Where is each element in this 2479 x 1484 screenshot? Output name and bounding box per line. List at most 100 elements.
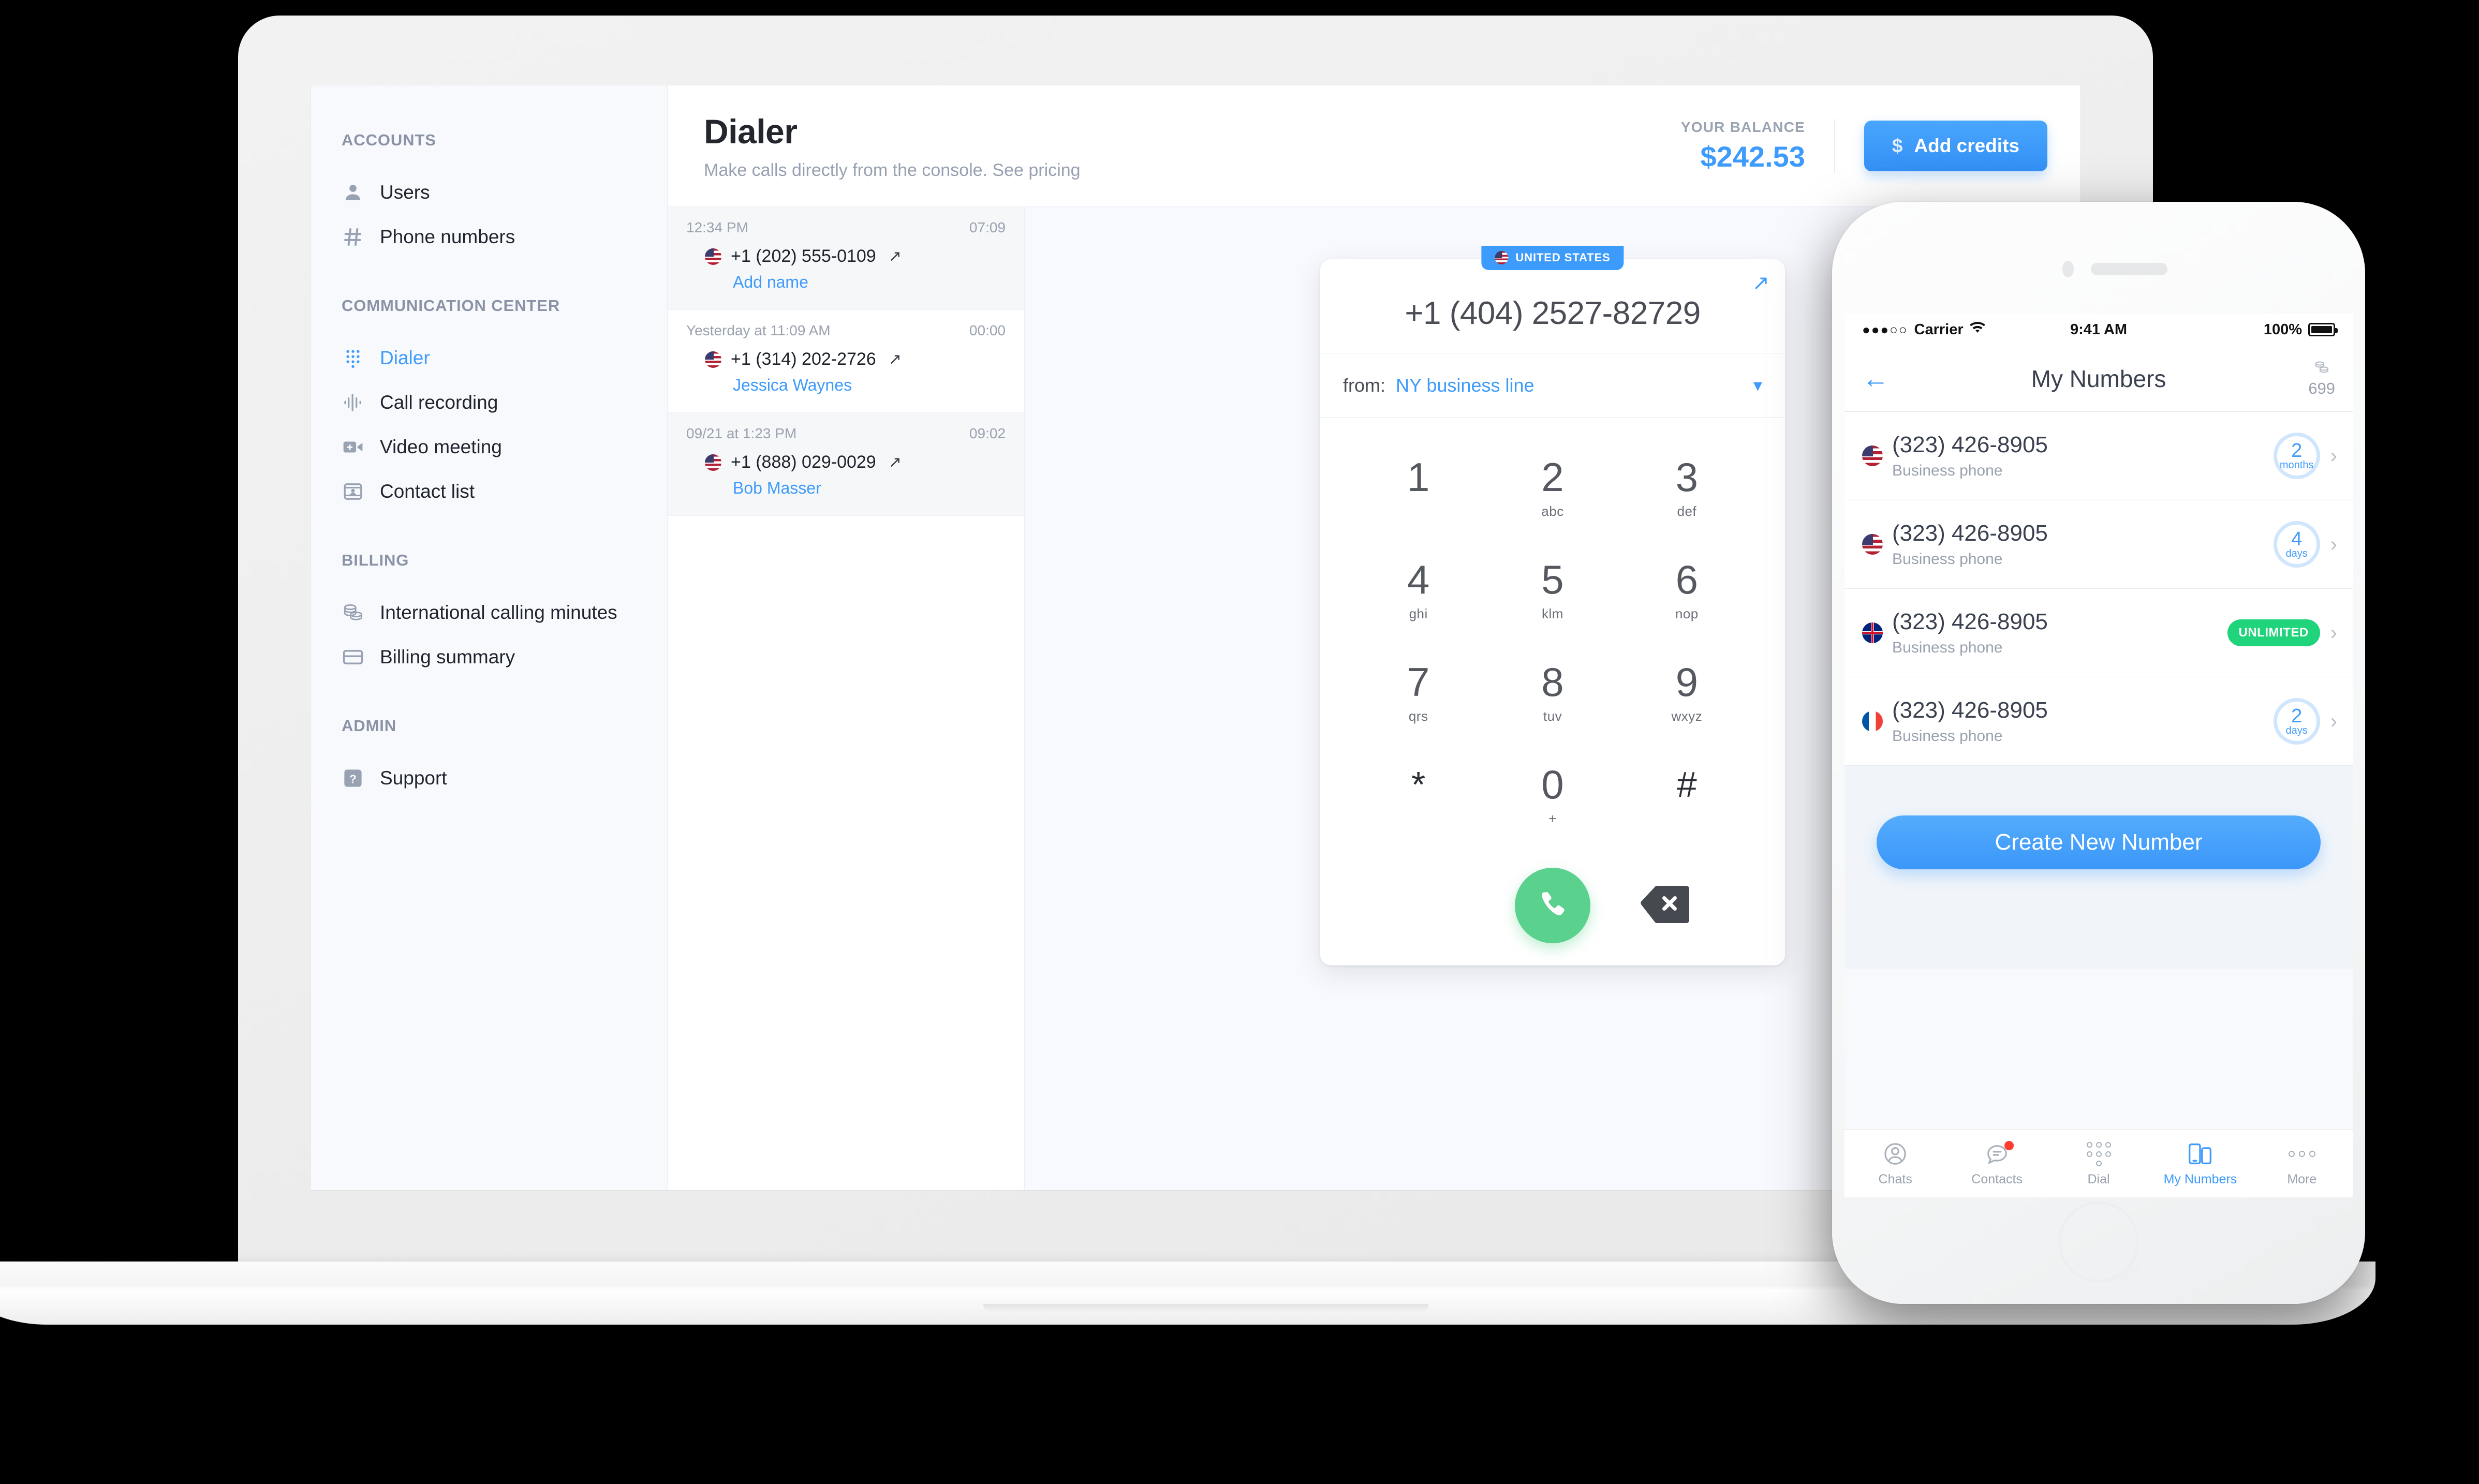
tab-contacts[interactable]: Contacts xyxy=(1946,1140,2047,1187)
signal-strength-icon: ●●●○○ xyxy=(1862,321,1908,337)
country-selector-badge[interactable]: UNITED STATES xyxy=(1481,246,1624,270)
sidebar-item-label: Billing summary xyxy=(380,646,515,667)
keypad-key-1[interactable]: 1 xyxy=(1351,436,1485,539)
outgoing-call-arrow-icon: ↗ xyxy=(888,351,902,368)
keypad-digit: 6 xyxy=(1675,557,1699,602)
call-duration: 07:09 xyxy=(969,219,1006,235)
tab-label: Dial xyxy=(2087,1172,2110,1186)
from-line-selector[interactable]: from: NY business line ▾ xyxy=(1320,353,1785,418)
sidebar-item-label: Dialer xyxy=(380,347,430,368)
backspace-button[interactable] xyxy=(1641,885,1689,926)
phone-number: (323) 426-8905 xyxy=(1892,609,2048,634)
expiry-unit: days xyxy=(2285,548,2308,560)
keypad-letters: ghi xyxy=(1409,606,1428,621)
tab-more[interactable]: More xyxy=(2251,1140,2353,1187)
ellipsis-icon xyxy=(2251,1140,2353,1168)
sidebar-item-support[interactable]: ? Support xyxy=(311,756,667,800)
keypad-digit: 3 xyxy=(1675,454,1699,500)
keypad-key-8[interactable]: 8 tuv xyxy=(1485,641,1619,744)
keypad-key-7[interactable]: 7 qrs xyxy=(1351,641,1485,744)
my-numbers-row[interactable]: (323) 426-8905 Business phone 2 months › xyxy=(1845,412,2353,500)
phone-number-subtitle: Business phone xyxy=(1892,551,2003,568)
number-info: (323) 426-8905 Business phone xyxy=(1892,521,2274,568)
keypad-digit: 2 xyxy=(1541,454,1564,500)
keypad-key-3[interactable]: 3 def xyxy=(1620,436,1754,539)
sidebar-item-international-calling-minutes[interactable]: International calling minutes xyxy=(311,590,667,635)
my-numbers-row[interactable]: (323) 426-8905 Business phone UNLIMITED … xyxy=(1845,589,2353,677)
outgoing-call-arrow-icon: ↗ xyxy=(888,454,902,471)
call-contact-name[interactable]: Add name xyxy=(686,273,1006,292)
keypad-key-6[interactable]: 6 nop xyxy=(1620,539,1754,641)
call-timestamp: 12:34 PM xyxy=(686,219,748,235)
number-info: (323) 426-8905 Business phone xyxy=(1892,432,2274,480)
keypad-key-hash[interactable]: # xyxy=(1620,744,1754,846)
flag-us-icon xyxy=(1495,251,1509,264)
outgoing-call-arrow-icon: ↗ xyxy=(888,248,902,265)
keypad-digit: 0 xyxy=(1541,762,1564,807)
keypad-key-5[interactable]: 5 klm xyxy=(1485,539,1619,641)
status-clock: 9:41 AM xyxy=(2070,321,2128,338)
dialed-number: +1 (404) 2527-82729 xyxy=(1405,295,1701,331)
sidebar-item-dialer[interactable]: Dialer xyxy=(311,336,667,380)
dollar-icon: $ xyxy=(1892,135,1903,156)
sidebar-item-label: Support xyxy=(380,767,447,789)
keypad-letters: qrs xyxy=(1408,708,1428,724)
keypad-key-4[interactable]: 4 ghi xyxy=(1351,539,1485,641)
devices-icon xyxy=(2149,1140,2251,1168)
dialpad-icon xyxy=(2048,1140,2149,1168)
sidebar-item-contact-list[interactable]: Contact list xyxy=(311,469,667,514)
call-history-row[interactable]: 12:34 PM 07:09 +1 (202) 555-0109 ↗ Add n… xyxy=(668,207,1024,310)
user-icon xyxy=(342,181,364,204)
keypad-key-0[interactable]: 0 + xyxy=(1485,744,1619,846)
sidebar-item-label: Phone numbers xyxy=(380,226,515,247)
dialer-card: UNITED STATES ↗ +1 (404) 2527-82729 from… xyxy=(1320,246,1786,966)
expand-arrows-icon[interactable]: ↗ xyxy=(1752,273,1769,293)
create-new-number-button[interactable]: Create New Number xyxy=(1877,815,2321,869)
my-numbers-list: (323) 426-8905 Business phone 2 months ›… xyxy=(1845,412,2353,766)
expiry-badge: 2 days xyxy=(2273,698,2320,745)
question-icon: ? xyxy=(342,767,364,790)
keypad-key-2[interactable]: 2 abc xyxy=(1485,436,1619,539)
number-info: (323) 426-8905 Business phone xyxy=(1892,698,2274,745)
number-info: (323) 426-8905 Business phone xyxy=(1892,609,2227,657)
call-number: +1 (202) 555-0109 xyxy=(731,246,876,266)
call-row-number-line: +1 (888) 029-0029 ↗ xyxy=(686,452,1006,472)
call-history-list[interactable]: 12:34 PM 07:09 +1 (202) 555-0109 ↗ Add n… xyxy=(668,207,1025,1190)
arrow-left-icon[interactable]: ← xyxy=(1862,365,1909,392)
page-subtitle: Make calls directly from the console. Se… xyxy=(704,160,1081,180)
flag-fr-icon xyxy=(1862,711,1883,732)
phone-screen: ●●●○○ Carrier 9:41 AM 100% ← My Numbers xyxy=(1845,314,2353,1197)
console-app: ACCOUNTS Users Phone numbers COMMUNICATI… xyxy=(311,85,2080,1190)
keypad-letters: def xyxy=(1677,503,1697,519)
phone-nav-bar: ← My Numbers 699 xyxy=(1845,346,2353,412)
flag-us-icon xyxy=(1862,534,1883,555)
sidebar-item-billing-summary[interactable]: Billing summary xyxy=(311,635,667,679)
add-credits-button[interactable]: $ Add credits xyxy=(1864,121,2047,171)
dial-display[interactable]: +1 (404) 2527-82729 xyxy=(1320,259,1785,353)
backspace-icon xyxy=(1641,885,1689,926)
phone-credits-button[interactable]: 699 xyxy=(2308,360,2335,398)
call-button[interactable] xyxy=(1515,868,1590,943)
sidebar-item-users[interactable]: Users xyxy=(311,170,667,215)
home-button[interactable] xyxy=(2058,1201,2139,1282)
call-history-row[interactable]: Yesterday at 11:09 AM 00:00 +1 (314) 202… xyxy=(668,310,1024,413)
keypad-key-star[interactable]: * xyxy=(1351,744,1485,846)
call-history-row[interactable]: 09/21 at 1:23 PM 09:02 +1 (888) 029-0029… xyxy=(668,413,1024,516)
tab-dial[interactable]: Dial xyxy=(2048,1140,2149,1187)
sidebar-item-call-recording[interactable]: Call recording xyxy=(311,380,667,425)
sidebar-item-video-meeting[interactable]: Video meeting xyxy=(311,425,667,469)
keypad-key-9[interactable]: 9 wxyz xyxy=(1620,641,1754,744)
call-contact-name[interactable]: Jessica Waynes xyxy=(686,376,1006,395)
tab-my-numbers[interactable]: My Numbers xyxy=(2149,1140,2251,1187)
sidebar-group-accounts: ACCOUNTS Users Phone numbers xyxy=(311,131,667,259)
call-contact-name[interactable]: Bob Masser xyxy=(686,479,1006,498)
phone-number-subtitle: Business phone xyxy=(1892,728,2003,745)
sidebar-item-phone-numbers[interactable]: Phone numbers xyxy=(311,215,667,259)
call-row-meta: Yesterday at 11:09 AM 00:00 xyxy=(686,322,1006,339)
call-row-number-line: +1 (314) 202-2726 ↗ xyxy=(686,349,1006,369)
balance-label: YOUR BALANCE xyxy=(1680,118,1805,135)
video-camera-icon xyxy=(342,436,364,458)
tab-chats[interactable]: Chats xyxy=(1845,1140,1946,1187)
my-numbers-row[interactable]: (323) 426-8905 Business phone 2 days › xyxy=(1845,677,2353,766)
my-numbers-row[interactable]: (323) 426-8905 Business phone 4 days › xyxy=(1845,500,2353,589)
